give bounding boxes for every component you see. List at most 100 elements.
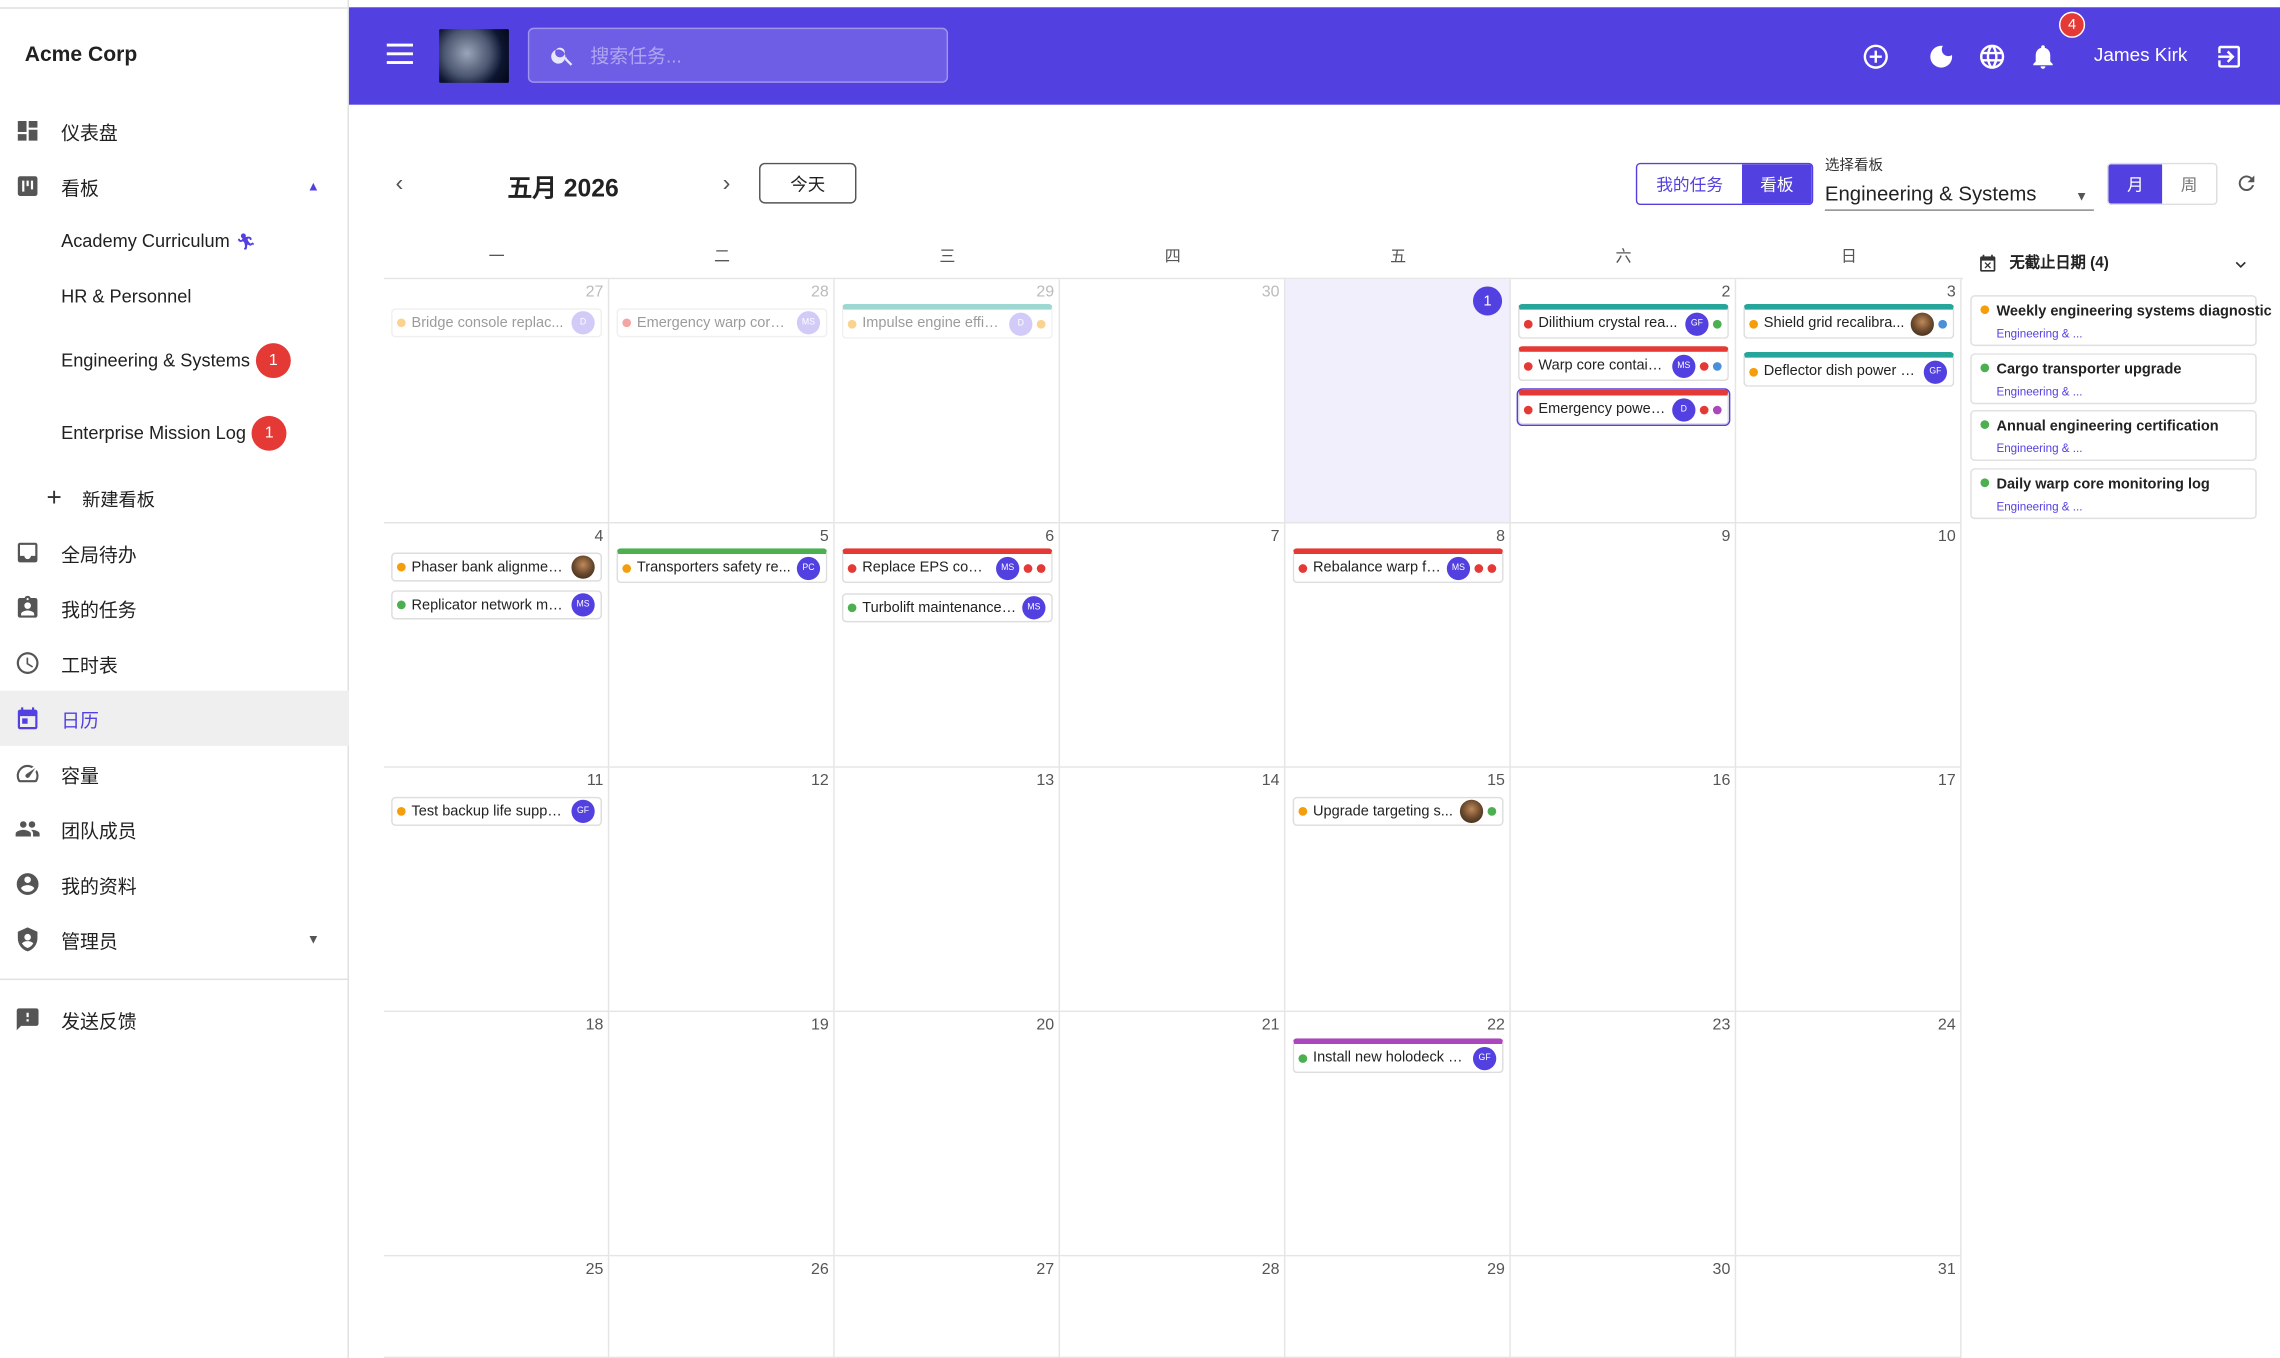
task-event[interactable]: Turbolift maintenance ... MS xyxy=(841,593,1053,623)
day-cell[interactable]: 8 Rebalance warp fi... MS xyxy=(1285,523,1511,768)
globe-icon[interactable] xyxy=(1978,42,2007,71)
day-cell[interactable]: 1 xyxy=(1285,279,1511,524)
priority-dot xyxy=(1523,319,1533,328)
task-event[interactable]: Install new holodeck p... GF xyxy=(1292,1038,1504,1074)
day-cell[interactable]: 23 xyxy=(1510,1012,1737,1257)
my-tasks-toggle[interactable]: 我的任务 xyxy=(1637,164,1742,204)
board-select[interactable]: 选择看板 Engineering & Systems ▼ xyxy=(1824,153,2094,211)
prev-month-button[interactable]: ‹ xyxy=(396,172,404,198)
add-circle-icon[interactable] xyxy=(1861,42,1890,71)
day-cell[interactable]: 19 xyxy=(609,1012,835,1257)
logout-icon[interactable] xyxy=(2215,42,2244,71)
chevron-down-icon[interactable] xyxy=(2231,254,2251,274)
no-due-task-card[interactable]: Annual engineering certification Engineer… xyxy=(1970,410,2257,461)
task-event[interactable]: Dilithium crystal rea... GF xyxy=(1518,303,1729,339)
search-box[interactable] xyxy=(527,27,949,83)
no-due-task-card[interactable]: Weekly engineering systems diagnostic Eng… xyxy=(1970,295,2272,347)
task-event[interactable]: Replicator network ma... MS xyxy=(391,590,602,620)
week-view-button[interactable]: 周 xyxy=(2162,164,2217,204)
day-cell[interactable]: 29 Impulse engine effic... D xyxy=(834,279,1061,524)
logo-image[interactable] xyxy=(439,29,509,83)
task-event[interactable]: Emergency warp core ... MS xyxy=(616,308,828,338)
board-item-label: HR & Personnel xyxy=(61,286,192,307)
task-event[interactable]: Rebalance warp fi... MS xyxy=(1292,548,1504,584)
nav-my-tasks[interactable]: 我的任务 xyxy=(0,580,349,635)
collapse-arrow-icon[interactable]: ▲ xyxy=(307,179,320,194)
nav-calendar[interactable]: 日历 xyxy=(0,690,349,746)
nav-admin[interactable]: 管理员 ▼ xyxy=(0,912,349,967)
task-event[interactable]: Bridge console replac... D xyxy=(391,308,602,338)
day-cell[interactable]: 7 xyxy=(1060,523,1286,768)
task-event[interactable]: Shield grid recalibra... xyxy=(1743,303,1955,339)
nav-inbox[interactable]: 全局待办 xyxy=(0,525,349,580)
day-cell[interactable]: 17 xyxy=(1736,767,1962,1013)
task-event[interactable]: Upgrade targeting s... xyxy=(1292,796,1504,826)
today-button[interactable]: 今天 xyxy=(759,162,857,204)
bell-icon[interactable] xyxy=(2028,42,2057,71)
board-select-field[interactable]: Engineering & Systems ▼ xyxy=(1824,182,2094,211)
day-cell[interactable]: 15 Upgrade targeting s... xyxy=(1285,767,1511,1013)
day-cell[interactable]: 4 Phaser bank alignmen... Replicator netwo… xyxy=(383,523,610,768)
dark-mode-icon[interactable] xyxy=(1927,42,1956,71)
day-cell[interactable]: 31 xyxy=(1736,1256,1962,1358)
day-cell[interactable]: 9 xyxy=(1510,523,1737,768)
no-due-header[interactable]: 无截止日期 (4) xyxy=(1978,252,2109,274)
day-cell[interactable]: 2 Dilithium crystal rea... GF Warp core con… xyxy=(1510,279,1737,524)
task-event[interactable]: Impulse engine effic... D xyxy=(841,303,1053,339)
month-view-button[interactable]: 月 xyxy=(2108,164,2163,204)
day-cell[interactable]: 25 xyxy=(383,1256,610,1358)
no-due-task-card[interactable]: Daily warp core monitoring log Engineerin… xyxy=(1970,467,2257,519)
day-cell[interactable]: 28 Emergency warp core ... MS xyxy=(609,279,835,524)
day-cell[interactable]: 29 xyxy=(1285,1256,1511,1358)
nav-team[interactable]: 团队成员 xyxy=(0,801,349,856)
day-cell[interactable]: 26 xyxy=(609,1256,835,1358)
day-cell[interactable]: 27 xyxy=(834,1256,1061,1358)
nav-profile[interactable]: 我的资料 xyxy=(0,856,349,911)
nav-capacity[interactable]: 容量 xyxy=(0,746,349,801)
day-cell[interactable]: 22 Install new holodeck p... GF xyxy=(1285,1012,1511,1257)
day-cell[interactable]: 21 xyxy=(1060,1012,1286,1257)
day-cell[interactable]: 3 Shield grid recalibra... Deflector dish … xyxy=(1736,279,1962,524)
day-cell[interactable]: 12 xyxy=(609,767,835,1013)
day-cell[interactable]: 6 Replace EPS cond... MS Turbolift maintena… xyxy=(834,523,1061,768)
search-input[interactable] xyxy=(590,44,940,67)
day-cell[interactable]: 24 xyxy=(1736,1012,1962,1257)
board-item-mission-log[interactable]: Enterprise Mission Log 1 xyxy=(0,397,349,470)
board-item-academy[interactable]: Academy Curriculum 🏃︎ xyxy=(0,214,349,269)
day-number: 4 xyxy=(594,527,604,546)
day-cell[interactable]: 27 Bridge console replac... D xyxy=(383,279,610,524)
task-event[interactable]: Phaser bank alignmen... xyxy=(391,552,602,582)
nav-timesheet[interactable]: 工时表 xyxy=(0,635,349,690)
user-name[interactable]: James Kirk xyxy=(2094,44,2187,66)
day-cell[interactable]: 13 xyxy=(834,767,1061,1013)
expand-arrow-icon[interactable]: ▼ xyxy=(307,932,320,947)
day-cell[interactable]: 16 xyxy=(1510,767,1737,1013)
day-cell[interactable]: 30 xyxy=(1060,279,1286,524)
task-event[interactable]: Transporters safety re... PC xyxy=(616,548,828,584)
day-cell[interactable]: 10 xyxy=(1736,523,1962,768)
task-event[interactable]: Emergency power ... D xyxy=(1516,388,1731,427)
refresh-icon[interactable] xyxy=(2235,172,2258,195)
task-event[interactable]: Warp core contain... MS xyxy=(1518,346,1729,381)
nav-feedback[interactable]: 发送反馈 xyxy=(0,992,349,1047)
day-cell[interactable]: 28 xyxy=(1060,1256,1286,1358)
day-cell[interactable]: 11 Test backup life suppo... GF xyxy=(383,767,610,1013)
day-number: 10 xyxy=(1937,527,1956,546)
day-cell[interactable]: 30 xyxy=(1510,1256,1737,1358)
board-toggle[interactable]: 看板 xyxy=(1741,164,1812,204)
next-month-button[interactable]: › xyxy=(723,172,731,198)
day-cell[interactable]: 5 Transporters safety re... PC xyxy=(609,523,835,768)
day-cell[interactable]: 20 xyxy=(834,1012,1061,1257)
task-event[interactable]: Replace EPS cond... MS xyxy=(841,548,1053,584)
nav-boards[interactable]: 看板 ▲ xyxy=(0,158,349,213)
menu-icon[interactable] xyxy=(386,43,413,64)
task-event[interactable]: Deflector dish power c... GF xyxy=(1743,351,1955,387)
nav-dashboard[interactable]: 仪表盘 xyxy=(0,103,349,158)
no-due-task-card[interactable]: Cargo transporter upgrade Engineering & .… xyxy=(1970,352,2257,404)
board-item-hr[interactable]: HR & Personnel xyxy=(0,269,349,324)
board-item-engineering[interactable]: Engineering & Systems 1 xyxy=(0,324,349,397)
day-cell[interactable]: 18 xyxy=(383,1012,610,1257)
new-board-button[interactable]: + 新建看板 xyxy=(0,470,349,525)
day-cell[interactable]: 14 xyxy=(1060,767,1286,1013)
task-event[interactable]: Test backup life suppo... GF xyxy=(391,796,602,826)
